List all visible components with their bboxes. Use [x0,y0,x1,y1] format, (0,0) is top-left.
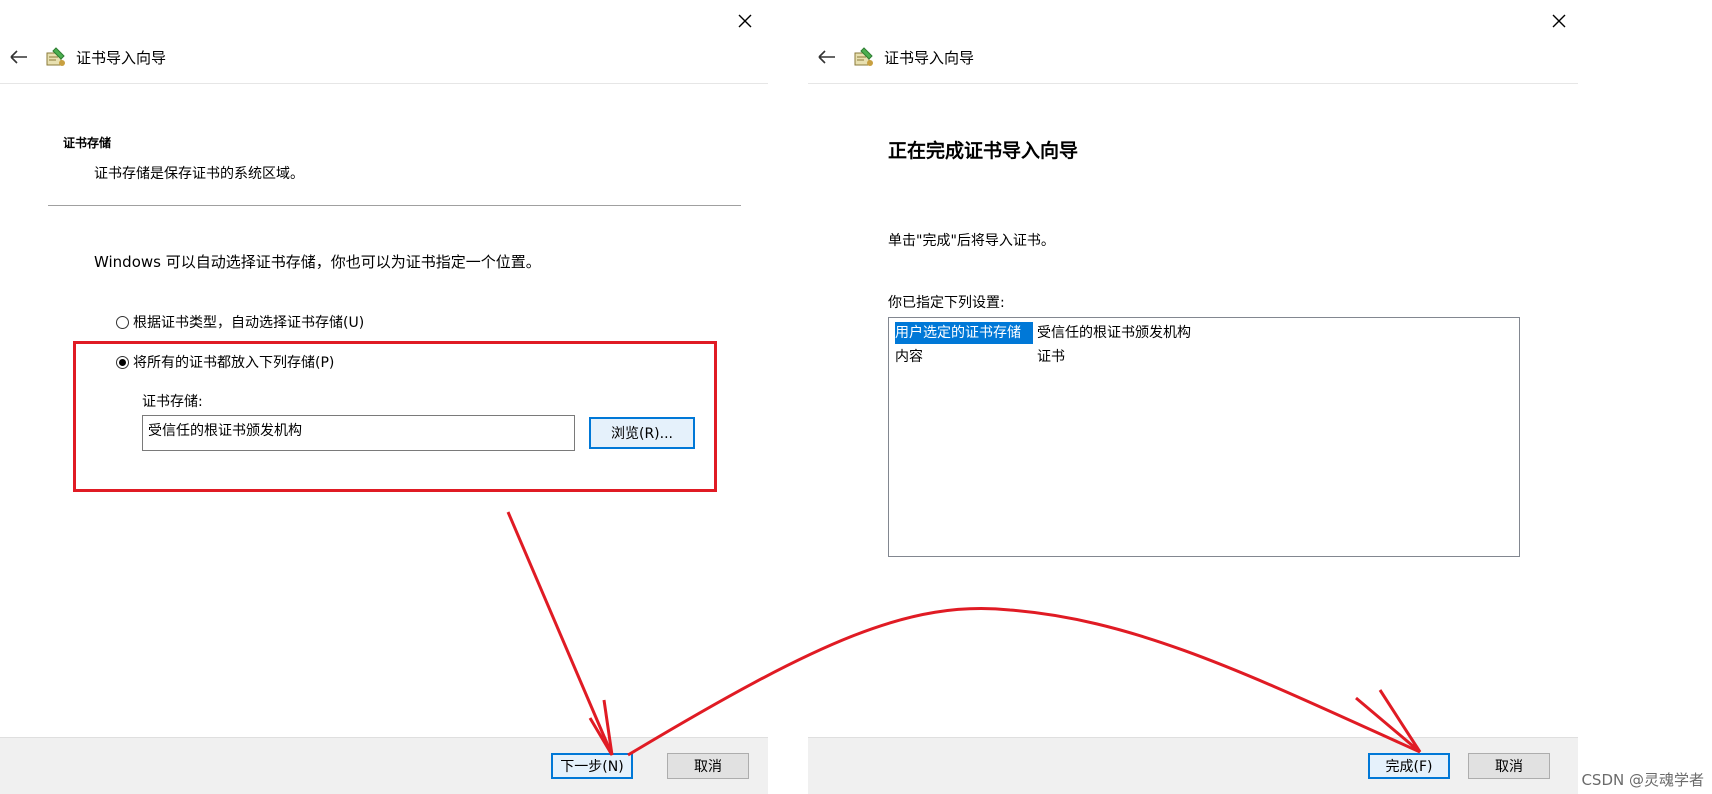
settings-value: 受信任的根证书颁发机构 [1037,325,1191,341]
settings-row[interactable]: 内容 证书 [895,346,1065,368]
settings-list[interactable]: 用户选定的证书存储 受信任的根证书颁发机构 内容 证书 [888,317,1520,557]
header-divider [0,83,768,84]
dialog-title: 证书导入向导 [76,48,167,67]
left-wizard-dialog: 证书导入向导 证书存储 证书存储是保存证书的系统区域。 Windows 可以自动… [0,0,768,794]
annotation-highlight-box [73,341,717,492]
completion-heading: 正在完成证书导入向导 [888,140,1079,162]
section-divider [48,205,741,206]
section-description: 证书存储是保存证书的系统区域。 [94,166,304,182]
radio-button[interactable] [116,315,129,329]
settings-row[interactable]: 用户选定的证书存储 受信任的根证书颁发机构 [895,322,1191,344]
intro-text: Windows 可以自动选择证书存储，你也可以为证书指定一个位置。 [94,253,541,271]
certificate-wizard-icon [44,45,68,69]
back-arrow-icon[interactable] [816,47,838,67]
next-button[interactable]: 下一步(N) [551,753,633,779]
finish-note: 单击"完成"后将导入证书。 [888,233,1055,249]
finish-button[interactable]: 完成(F) [1368,753,1450,779]
dialog-title: 证书导入向导 [884,48,975,67]
dialog-footer: 完成(F) 取消 [808,737,1578,794]
back-arrow-icon[interactable] [8,47,30,67]
settings-key: 内容 [895,349,923,365]
dialog-footer: 下一步(N) 取消 [0,737,768,794]
title-bar: 证书导入向导 [8,44,166,70]
radio-auto-select[interactable]: 根据证书类型，自动选择证书存储(U) [116,312,364,332]
title-bar: 证书导入向导 [816,44,974,70]
settings-value: 证书 [1037,349,1065,365]
cancel-button[interactable]: 取消 [667,753,749,779]
header-divider [808,83,1578,84]
cancel-button[interactable]: 取消 [1468,753,1550,779]
settings-key: 用户选定的证书存储 [895,322,1033,344]
certificate-wizard-icon [852,45,876,69]
section-title: 证书存储 [63,136,112,150]
close-icon[interactable] [1548,10,1570,32]
settings-label: 你已指定下列设置: [888,295,1005,311]
radio-auto-label: 根据证书类型，自动选择证书存储(U) [133,315,365,331]
close-icon[interactable] [734,10,756,32]
watermark: CSDN @灵魂学者 [1581,771,1704,789]
